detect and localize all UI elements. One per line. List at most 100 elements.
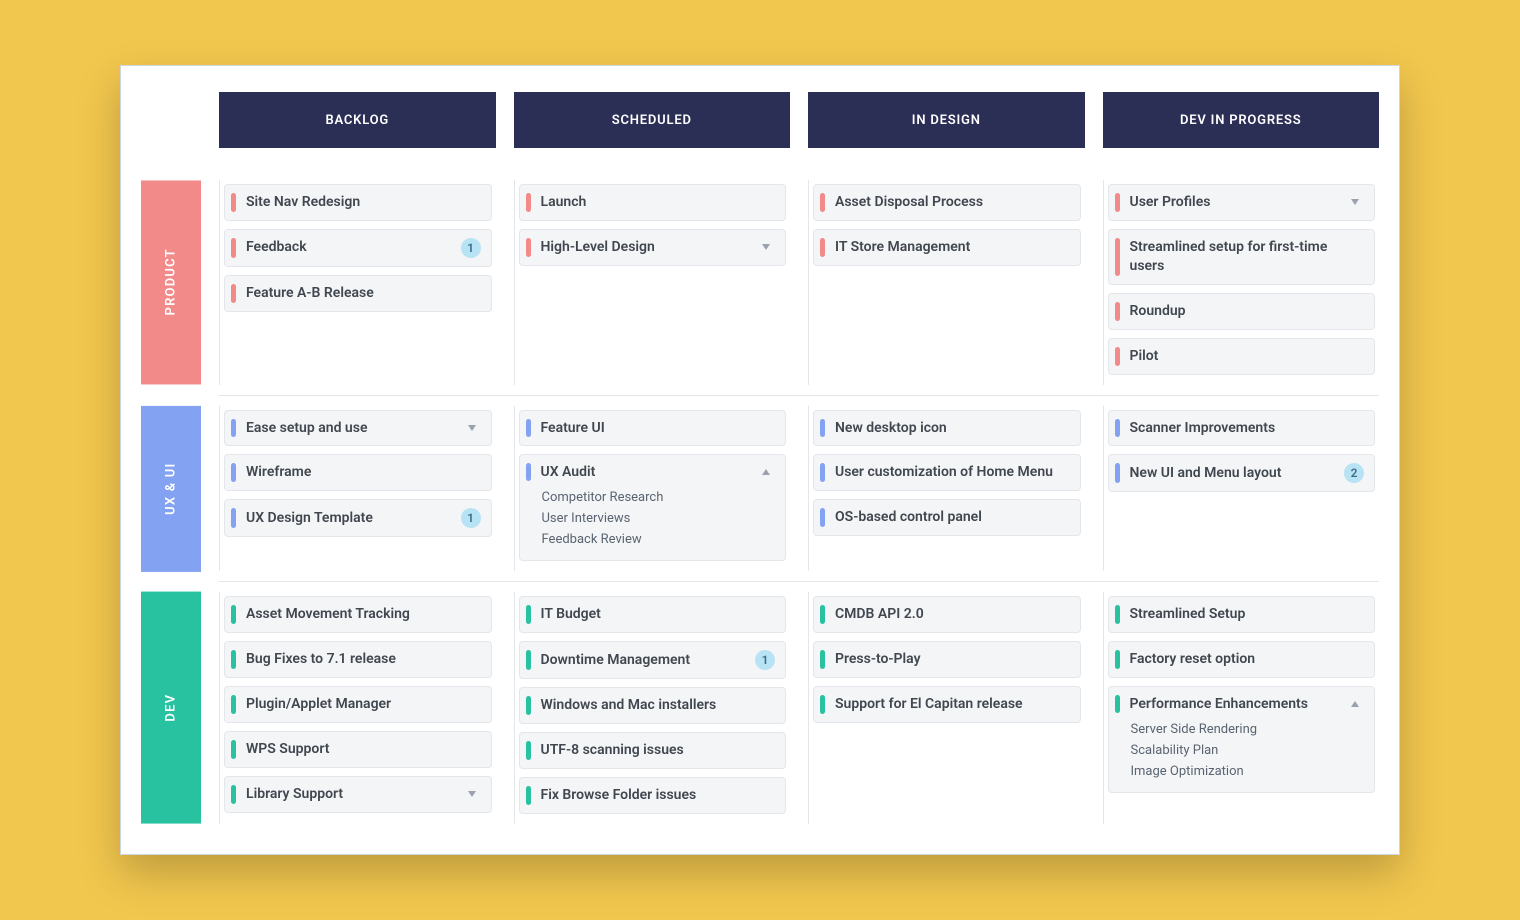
kanban-card[interactable]: OS-based control panel — [813, 499, 1081, 536]
kanban-card[interactable]: Streamlined Setup — [1108, 596, 1376, 633]
kanban-card[interactable]: Wireframe — [224, 454, 492, 491]
card-title: Library Support — [246, 785, 463, 804]
card-title: Support for El Capitan release — [835, 695, 1070, 714]
card-stripe — [1115, 650, 1120, 669]
column-header-dev-in-progress: DEV IN PROGRESS — [1103, 92, 1380, 148]
card-title: User customization of Home Menu — [835, 463, 1070, 482]
column-header-scheduled: SCHEDULED — [514, 92, 791, 148]
kanban-card-expanded[interactable]: UX AuditCompetitor ResearchUser Intervie… — [519, 454, 787, 561]
kanban-card[interactable]: Pilot — [1108, 338, 1376, 375]
kanban-card[interactable]: Support for El Capitan release — [813, 686, 1081, 723]
kanban-card[interactable]: High-Level Design — [519, 229, 787, 266]
card-subitem[interactable]: Server Side Rendering — [1109, 719, 1375, 740]
card-stripe — [820, 238, 825, 257]
card-title: Plugin/Applet Manager — [246, 695, 481, 714]
card-stripe — [820, 419, 825, 438]
kanban-card[interactable]: Feature A-B Release — [224, 275, 492, 312]
card-title: Bug Fixes to 7.1 release — [246, 650, 481, 669]
kanban-card[interactable]: Scanner Improvements — [1108, 410, 1376, 447]
card-stripe — [231, 740, 236, 759]
cell-product-scheduled: Launch High-Level Design — [514, 180, 791, 384]
kanban-card[interactable]: Asset Movement Tracking — [224, 596, 492, 633]
kanban-card[interactable]: New UI and Menu layout2 — [1108, 454, 1376, 492]
card-title: Pilot — [1130, 347, 1365, 366]
card-subitem[interactable]: Image Optimization — [1109, 761, 1375, 782]
card-title: IT Store Management — [835, 238, 1070, 257]
card-stripe — [820, 463, 825, 482]
card-stripe — [526, 419, 531, 438]
card-stripe — [231, 284, 236, 303]
cell-uxui-in_design: New desktop icon User customization of Ho… — [808, 406, 1085, 572]
kanban-card[interactable]: Feedback1 — [224, 229, 492, 267]
card-stripe — [1115, 238, 1120, 276]
chevron-up-icon[interactable] — [1346, 695, 1364, 713]
kanban-card[interactable]: IT Store Management — [813, 229, 1081, 266]
kanban-card[interactable]: Bug Fixes to 7.1 release — [224, 641, 492, 678]
kanban-card[interactable]: New desktop icon — [813, 410, 1081, 447]
card-stripe — [526, 463, 531, 481]
chevron-up-icon[interactable] — [757, 463, 775, 481]
card-stripe — [1115, 419, 1120, 438]
card-stripe — [526, 650, 531, 670]
card-title: UX Design Template — [246, 509, 455, 528]
card-subitem[interactable]: Scalability Plan — [1109, 740, 1375, 761]
card-title: Site Nav Redesign — [246, 193, 481, 212]
kanban-card[interactable]: UTF-8 scanning issues — [519, 732, 787, 769]
card-title: Ease setup and use — [246, 419, 463, 438]
kanban-card[interactable]: Press-to-Play — [813, 641, 1081, 678]
card-title: UTF-8 scanning issues — [541, 741, 776, 760]
card-stripe — [231, 238, 236, 258]
cell-product-backlog: Site Nav Redesign Feedback1 Feature A-B Re… — [219, 180, 496, 384]
kanban-card[interactable]: UX Design Template1 — [224, 499, 492, 537]
kanban-card[interactable]: Downtime Management1 — [519, 641, 787, 679]
card-stripe — [820, 650, 825, 669]
kanban-card[interactable]: Library Support — [224, 776, 492, 813]
card-stripe — [526, 786, 531, 805]
card-stripe — [526, 605, 531, 624]
card-title: Streamlined Setup — [1130, 605, 1365, 624]
kanban-card[interactable]: Feature UI — [519, 410, 787, 447]
cell-dev-dev_in_progress: Streamlined Setup Factory reset option Per… — [1103, 592, 1380, 824]
card-subitem[interactable]: Feedback Review — [520, 529, 786, 550]
card-stripe — [1115, 463, 1120, 483]
kanban-card[interactable]: User customization of Home Menu — [813, 454, 1081, 491]
card-title: Downtime Management — [541, 651, 750, 670]
chevron-down-icon[interactable] — [463, 419, 481, 437]
cell-product-in_design: Asset Disposal Process IT Store Managemen… — [808, 180, 1085, 384]
kanban-card[interactable]: Ease setup and use — [224, 410, 492, 447]
card-title: High-Level Design — [541, 238, 758, 257]
card-stripe — [820, 193, 825, 212]
kanban-card[interactable]: WPS Support — [224, 731, 492, 768]
kanban-card[interactable]: Roundup — [1108, 293, 1376, 330]
kanban-card[interactable]: Windows and Mac installers — [519, 687, 787, 724]
card-stripe — [820, 695, 825, 714]
kanban-card[interactable]: Fix Browse Folder issues — [519, 777, 787, 814]
cell-dev-backlog: Asset Movement Tracking Bug Fixes to 7.1 … — [219, 592, 496, 824]
chevron-down-icon[interactable] — [1346, 193, 1364, 211]
kanban-card[interactable]: Streamlined setup for first-time users — [1108, 229, 1376, 285]
kanban-card[interactable]: Site Nav Redesign — [224, 184, 492, 221]
card-title: Feature A-B Release — [246, 284, 481, 303]
count-badge: 2 — [1344, 463, 1364, 483]
kanban-card[interactable]: User Profiles — [1108, 184, 1376, 221]
card-title: User Profiles — [1130, 193, 1347, 212]
card-subitem[interactable]: Competitor Research — [520, 487, 786, 508]
kanban-card[interactable]: Plugin/Applet Manager — [224, 686, 492, 723]
card-title: Press-to-Play — [835, 650, 1070, 669]
lane-separator — [219, 395, 1379, 396]
card-title: Performance Enhancements — [1130, 696, 1347, 712]
kanban-card[interactable]: IT Budget — [519, 596, 787, 633]
card-stripe — [526, 741, 531, 760]
kanban-card[interactable]: Factory reset option — [1108, 641, 1376, 678]
card-stripe — [526, 193, 531, 212]
card-stripe — [1115, 695, 1120, 713]
cell-dev-in_design: CMDB API 2.0 Press-to-Play Support for El … — [808, 592, 1085, 824]
chevron-down-icon[interactable] — [757, 238, 775, 256]
kanban-card-expanded[interactable]: Performance Enhancements Server Side Rend… — [1108, 686, 1376, 793]
kanban-card[interactable]: CMDB API 2.0 — [813, 596, 1081, 633]
chevron-down-icon[interactable] — [463, 785, 481, 803]
kanban-card[interactable]: Launch — [519, 184, 787, 221]
cell-uxui-dev_in_progress: Scanner Improvements New UI and Menu layo… — [1103, 406, 1380, 572]
card-subitem[interactable]: User Interviews — [520, 508, 786, 529]
kanban-card[interactable]: Asset Disposal Process — [813, 184, 1081, 221]
